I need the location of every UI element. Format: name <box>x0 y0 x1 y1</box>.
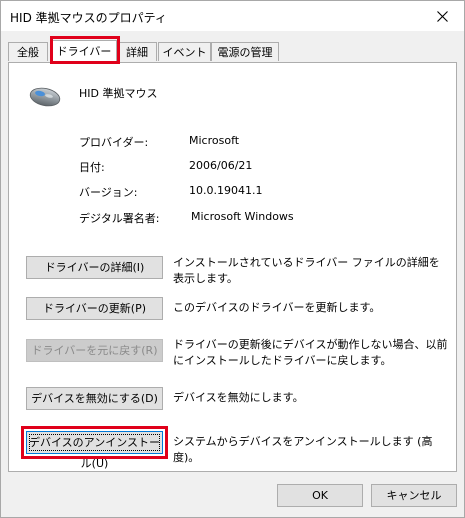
close-icon <box>436 10 448 22</box>
date-value: 2006/06/21 <box>189 159 253 172</box>
tab-general[interactable]: 全般 <box>8 42 48 61</box>
update-driver-description: このデバイスのドライバーを更新します。 <box>173 301 381 314</box>
driver-details-button[interactable]: ドライバーの詳細(I) <box>26 256 163 279</box>
date-label: 日付: <box>79 161 105 174</box>
uninstall-device-description: システムからデバイスをアンインストールします (高度)。 <box>173 435 433 464</box>
disable-device-description: デバイスを無効にします。 <box>173 391 304 404</box>
version-label: バージョン: <box>79 186 138 199</box>
ok-button[interactable]: OK <box>277 484 363 507</box>
tab-events[interactable]: イベント <box>158 42 211 61</box>
signer-label: デジタル署名者: <box>79 212 160 225</box>
uninstall-device-button[interactable]: デバイスのアンインストール(U) <box>26 431 163 470</box>
close-button[interactable] <box>420 1 464 31</box>
title-bar: HID 準拠マウスのプロパティ <box>1 1 464 31</box>
roll-back-driver-button[interactable]: ドライバーを元に戻す(R) <box>26 339 163 362</box>
window-title: HID 準拠マウスのプロパティ <box>10 11 167 25</box>
signer-value: Microsoft Windows <box>191 210 294 223</box>
tab-driver[interactable]: ドライバー <box>51 40 117 63</box>
device-name: HID 準拠マウス <box>79 87 158 100</box>
mouse-icon <box>29 87 61 107</box>
properties-dialog: HID 準拠マウスのプロパティ 全般 ドライバー 詳細 イベント 電源の管理 H… <box>0 0 465 518</box>
disable-device-button[interactable]: デバイスを無効にする(D) <box>26 387 163 410</box>
update-driver-button[interactable]: ドライバーの更新(P) <box>26 297 163 320</box>
provider-value: Microsoft <box>189 134 240 147</box>
driver-panel: HID 準拠マウス プロバイダー: Microsoft 日付: 2006/06/… <box>8 62 457 472</box>
driver-details-description: インストールされているドライバー ファイルの詳細を表示します。 <box>173 256 440 285</box>
version-value: 10.0.19041.1 <box>189 184 263 197</box>
roll-back-driver-description: ドライバーの更新後にデバイスが動作しない場合、以前にインストールしたドライバーに… <box>173 338 448 367</box>
cancel-button[interactable]: キャンセル <box>371 484 457 507</box>
tab-power-management[interactable]: 電源の管理 <box>211 42 279 61</box>
provider-label: プロバイダー: <box>79 136 149 149</box>
tab-details[interactable]: 詳細 <box>117 42 157 61</box>
